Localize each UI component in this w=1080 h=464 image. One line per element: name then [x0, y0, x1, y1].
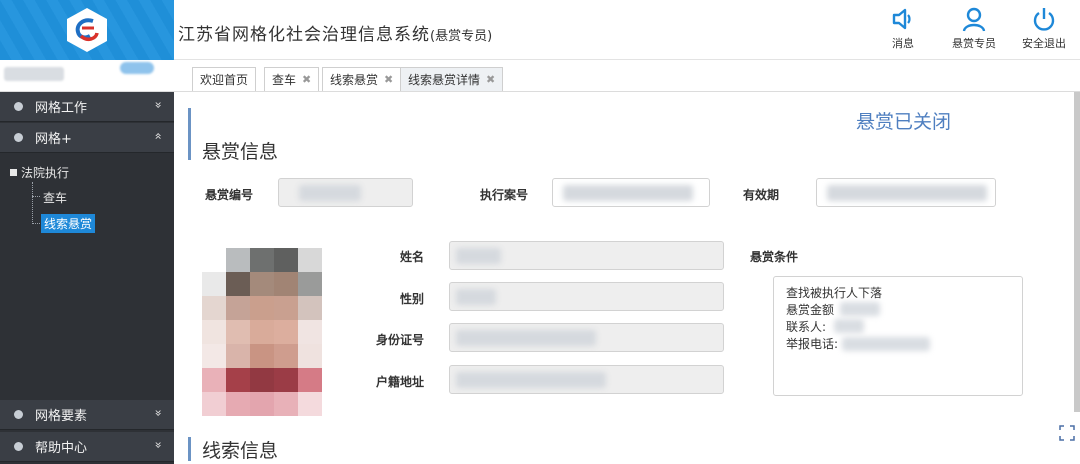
address-field	[449, 365, 724, 394]
messages-button[interactable]: 消息	[873, 6, 933, 56]
chevron-down-icon: »	[151, 441, 166, 449]
bullet-icon	[14, 102, 23, 111]
tab-clue-reward-detail[interactable]: 线索悬赏详情 ✖	[400, 67, 504, 91]
condition-line: 查找被执行人下落	[786, 286, 883, 300]
menu-item-label: 网格+	[35, 132, 72, 147]
id-no-field	[449, 323, 724, 352]
menu-item-grid-plus[interactable]: 网格+ «	[0, 123, 174, 153]
tab-clue-reward[interactable]: 线索悬赏 ✖	[322, 67, 402, 91]
tab-label: 欢迎首页	[200, 73, 249, 87]
scrollbar[interactable]	[1074, 92, 1080, 412]
logo-icon	[67, 8, 107, 52]
tree-item-check-car[interactable]: 查车	[43, 189, 67, 206]
reward-no-field	[278, 178, 413, 207]
section-title-reward-info: 悬赏信息	[202, 141, 279, 163]
messages-label: 消息	[892, 37, 914, 50]
chevron-down-icon: »	[151, 101, 166, 109]
folder-icon	[10, 169, 17, 176]
main-content: 悬赏信息 悬赏已关闭 悬赏编号 执行案号 有效期 姓名 性别 身份证号 户籍地址…	[174, 92, 1074, 464]
close-icon[interactable]: ✖	[302, 73, 311, 86]
tree-connector	[32, 196, 40, 197]
fullscreen-icon[interactable]	[1058, 424, 1076, 442]
tab-welcome[interactable]: 欢迎首页	[192, 67, 257, 91]
menu-item-label: 网格要素	[35, 409, 88, 424]
menu-item-help-center[interactable]: 帮助中心 »	[0, 432, 174, 462]
power-icon	[1033, 8, 1055, 31]
sidebar-tree: 法院执行 查车 线索悬赏	[0, 154, 174, 400]
reward-officer-label: 悬赏专员	[952, 37, 996, 50]
label-valid-period: 有效期	[743, 188, 780, 202]
conditions-box: 查找被执行人下落 悬赏金额 联系人: 举报电话:	[773, 276, 1023, 396]
menu-item-label: 网格工作	[35, 101, 88, 116]
user-name-redacted	[4, 67, 64, 81]
label-id-no: 身份证号	[376, 333, 425, 347]
label-case-no: 执行案号	[480, 188, 529, 202]
bullet-icon	[14, 410, 23, 419]
role-label: (悬赏专员)	[430, 29, 493, 44]
section-marker	[188, 437, 191, 461]
speaker-icon	[892, 8, 911, 30]
section-marker	[188, 108, 191, 160]
tab-check-car[interactable]: 查车 ✖	[264, 67, 320, 91]
logo-area	[0, 0, 174, 60]
tree-root-court-execution[interactable]: 法院执行	[10, 164, 69, 181]
chevron-down-icon: »	[151, 409, 166, 417]
label-conditions: 悬赏条件	[750, 250, 799, 264]
label-gender: 性别	[400, 292, 425, 306]
bullet-icon	[14, 133, 23, 142]
header: 江苏省网格化社会治理信息系统(悬赏专员) 消息 悬赏专员 安全退出	[174, 0, 1080, 60]
label-address: 户籍地址	[376, 375, 425, 389]
case-no-field	[552, 178, 710, 207]
tree-root-label: 法院执行	[21, 166, 70, 180]
tree-connector	[32, 223, 40, 224]
tab-label: 线索悬赏	[330, 73, 379, 87]
tab-label: 查车	[272, 73, 297, 87]
section-title-clue-info: 线索信息	[202, 440, 279, 462]
tree-connector	[32, 182, 33, 224]
condition-line: 举报电话:	[786, 337, 839, 351]
tree-item-clue-reward[interactable]: 线索悬赏	[41, 214, 96, 233]
condition-line: 联系人:	[786, 320, 827, 334]
tab-bar: 欢迎首页 查车 ✖ 线索悬赏 ✖ 线索悬赏详情 ✖	[174, 60, 1080, 92]
condition-line: 悬赏金额	[786, 303, 835, 317]
gender-field	[449, 282, 724, 311]
app-title: 江苏省网格化社会治理信息系统(悬赏专员)	[178, 20, 492, 45]
menu-item-label: 帮助中心	[35, 441, 88, 456]
user-badge[interactable]	[120, 62, 154, 74]
close-icon[interactable]: ✖	[384, 73, 393, 86]
tab-label: 线索悬赏详情	[408, 73, 481, 87]
chevron-up-icon: «	[151, 132, 166, 140]
logout-button[interactable]: 安全退出	[1014, 6, 1074, 56]
logout-label: 安全退出	[1022, 37, 1066, 50]
close-icon[interactable]: ✖	[486, 73, 495, 86]
bullet-icon	[14, 442, 23, 451]
sidebar: 网格工作 » 网格+ « 法院执行 查车 线索悬赏 网格要素 » 帮助中心 »	[0, 92, 174, 464]
label-name: 姓名	[400, 250, 425, 264]
status-badge: 悬赏已关闭	[856, 111, 952, 133]
valid-period-field	[816, 178, 996, 207]
subject-photo	[202, 248, 322, 416]
reward-officer-button[interactable]: 悬赏专员	[944, 6, 1004, 56]
label-reward-no: 悬赏编号	[205, 188, 254, 202]
user-strip	[0, 60, 174, 92]
user-icon	[962, 7, 986, 32]
menu-item-grid-work[interactable]: 网格工作 »	[0, 92, 174, 122]
menu-item-grid-elements[interactable]: 网格要素 »	[0, 400, 174, 430]
app-title-text: 江苏省网格化社会治理信息系统	[178, 25, 430, 45]
name-field	[449, 241, 724, 270]
